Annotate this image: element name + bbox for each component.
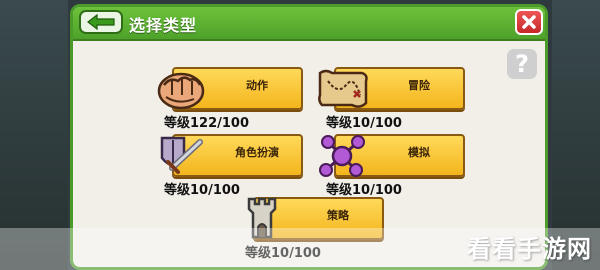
watermark: 看看手游网 xyxy=(467,235,592,263)
type-card-simulation[interactable]: 模拟 等级10/100 xyxy=(316,132,466,198)
level-text: 等级10/100 xyxy=(164,183,240,198)
sword-shield-icon xyxy=(160,136,203,174)
question-mark-icon: ? xyxy=(515,50,529,78)
back-arrow-icon xyxy=(87,14,115,30)
close-icon xyxy=(522,15,536,29)
type-label: 角色扮演 xyxy=(235,146,279,159)
level-text: 等级10/100 xyxy=(326,116,402,131)
level-text: 等级122/100 xyxy=(164,116,250,131)
type-label: 策略 xyxy=(327,209,349,222)
type-card-rpg[interactable]: 角色扮演 等级10/100 xyxy=(154,132,304,198)
type-label: 模拟 xyxy=(408,146,430,159)
molecule-icon xyxy=(319,135,365,177)
close-button[interactable] xyxy=(515,9,543,35)
type-card-action[interactable]: 动作 等级122/100 xyxy=(154,65,304,131)
help-button[interactable]: ? xyxy=(507,49,537,79)
type-card-adventure[interactable]: 冒险 等级10/100 xyxy=(316,65,466,131)
dialog-header: 选择类型 xyxy=(73,7,545,41)
fist-icon xyxy=(157,72,205,110)
type-label: 动作 xyxy=(246,79,268,92)
dialog-title: 选择类型 xyxy=(129,16,198,35)
treasure-map-icon xyxy=(318,69,368,108)
back-button[interactable] xyxy=(79,10,123,34)
type-label: 冒险 xyxy=(408,79,430,92)
